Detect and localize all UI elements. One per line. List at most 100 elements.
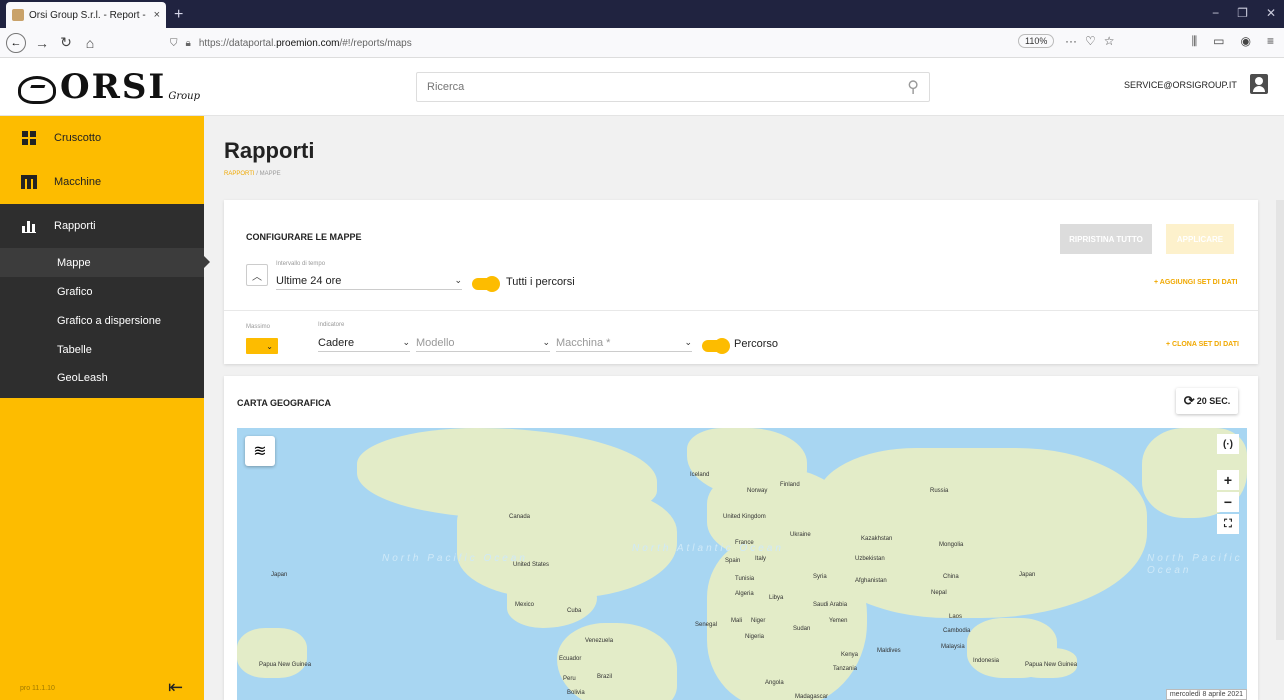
user-email[interactable]: SERVICE@ORSIGROUP.IT: [1124, 80, 1237, 90]
time-interval-select[interactable]: Ultime 24 ore ⌄: [276, 272, 462, 290]
window-controls: − ❐ ✕: [1212, 6, 1276, 20]
map-label: Peru: [563, 676, 576, 682]
chevron-down-icon: ⌄: [684, 337, 692, 347]
chevron-down-icon: ⌄: [402, 337, 410, 347]
map-config-card: CONFIGURARE LE MAPPE RIPRISTINA TUTTO AP…: [224, 200, 1258, 364]
favicon-icon: [12, 9, 24, 21]
route-toggle[interactable]: [702, 338, 730, 354]
back-icon[interactable]: ←: [6, 32, 26, 53]
bookmark-star-icon[interactable]: ☆: [1104, 34, 1115, 48]
machine-select[interactable]: Macchina * ⌄: [556, 334, 692, 352]
map-label: Finland: [780, 482, 800, 488]
map-label: Uzbekistan: [855, 556, 885, 562]
sidebar-subitem-geoleash[interactable]: GeoLeash: [0, 364, 204, 398]
divider: [224, 310, 1258, 311]
map-label: Libya: [769, 595, 784, 601]
clone-dataset-link[interactable]: + CLONA SET DI DATI: [1166, 341, 1239, 348]
time-interval-label: Intervallo di tempo: [276, 261, 326, 267]
sidebar-item-rapporti[interactable]: Rapporti: [0, 204, 204, 248]
reader-icon[interactable]: ▭: [1213, 34, 1224, 49]
world-map[interactable]: North Pacific Ocean North Atlantic Ocean…: [237, 428, 1247, 700]
orsi-logo[interactable]: ORSI Group: [18, 70, 200, 104]
layers-button[interactable]: ≋: [245, 436, 275, 466]
search-icon[interactable]: ⚲: [907, 77, 919, 97]
zoom-out-button[interactable]: −: [1217, 492, 1239, 512]
apply-button[interactable]: APPLICARE: [1166, 224, 1234, 254]
map-label: Laos: [949, 614, 963, 620]
ocean-label: North Pacific Ocean: [1147, 553, 1243, 576]
tab-close-icon[interactable]: ×: [154, 9, 160, 21]
map-label: Madagascar: [795, 694, 829, 700]
minimize-icon[interactable]: −: [1212, 6, 1219, 20]
extension-icon[interactable]: ◉: [1241, 34, 1251, 49]
orsi-emblem-icon: [18, 76, 56, 104]
logo-subtext: Group: [168, 91, 200, 102]
time-interval-value: Ultime 24 ore: [276, 274, 342, 287]
sidebar-item-cruscotto[interactable]: Cruscotto: [0, 116, 204, 160]
pocket-icon[interactable]: ♡: [1085, 34, 1096, 48]
maximize-icon[interactable]: ❐: [1237, 6, 1248, 20]
add-dataset-link[interactable]: + AGGIUNGI SET DI DATI: [1154, 279, 1237, 286]
address-bar[interactable]: ⛉ 🔒︎ https://dataportal.proemion.com/#!/…: [170, 32, 990, 54]
close-window-icon[interactable]: ✕: [1266, 6, 1276, 20]
refresh-label: 20 SEC.: [1196, 396, 1231, 406]
fullscreen-button[interactable]: ⛶: [1217, 514, 1239, 534]
collapse-sidebar-icon[interactable]: ⇤: [168, 677, 183, 698]
more-icon[interactable]: ···: [1065, 34, 1077, 48]
all-routes-toggle[interactable]: [472, 276, 500, 292]
map-label: Nigeria: [745, 634, 765, 640]
map-label: Indonesia: [973, 658, 1000, 664]
sidebar-subitem-grafico[interactable]: Grafico: [0, 277, 204, 306]
map-label: Algeria: [735, 591, 754, 597]
map-label: United States: [513, 562, 550, 568]
sidebar-item-macchine[interactable]: Macchine: [0, 160, 204, 204]
main-content: Rapporti RAPPORTI / MAPPE CONFIGURARE LE…: [204, 116, 1284, 700]
library-icon[interactable]: ⫼: [1192, 34, 1198, 49]
menu-icon[interactable]: ≡: [1267, 34, 1274, 49]
indicator-select[interactable]: Cadere ⌄: [318, 334, 410, 352]
locate-button[interactable]: (·): [1217, 434, 1239, 454]
map-label: Cambodia: [943, 628, 971, 634]
ocean-label: North Atlantic Ocean: [632, 543, 784, 554]
breadcrumb-root[interactable]: RAPPORTI: [224, 171, 255, 177]
breadcrumb-leaf: MAPPE: [259, 171, 281, 177]
sidebar-subitem-mappe[interactable]: Mappe: [0, 248, 210, 277]
map-label: Russia: [930, 488, 949, 494]
page-scrollbar[interactable]: [1276, 200, 1284, 640]
refresh-interval-button[interactable]: ⟳ 20 SEC.: [1176, 388, 1238, 414]
home-icon[interactable]: ⌂: [78, 35, 102, 51]
logo-text: ORSI: [60, 67, 167, 107]
map-label: France: [735, 540, 754, 546]
collapse-config-button[interactable]: ︿: [246, 264, 268, 286]
forward-icon[interactable]: →: [30, 35, 54, 51]
map-label: Angola: [765, 680, 784, 686]
chevron-down-icon: ⌄: [542, 337, 550, 347]
sidebar-reports-section: Rapporti Mappe Grafico Grafico a dispers…: [0, 204, 210, 398]
color-picker[interactable]: ⌄: [246, 338, 278, 354]
new-tab-button[interactable]: +: [174, 6, 183, 24]
date-tag: mercoledì 8 aprile 2021: [1165, 689, 1247, 700]
map-label: Nepal: [931, 590, 947, 596]
zoom-level[interactable]: 110%: [1018, 34, 1055, 48]
map-label: Ecuador: [559, 656, 582, 662]
search-input[interactable]: [427, 81, 908, 93]
browser-tab[interactable]: Orsi Group S.r.l. - Report - Map ×: [6, 2, 166, 28]
search-box: ⚲: [416, 72, 930, 102]
reset-all-button[interactable]: RIPRISTINA TUTTO: [1060, 224, 1152, 254]
map-label: Mongolia: [939, 542, 964, 548]
model-select[interactable]: Modello ⌄: [416, 334, 550, 352]
route-label: Percorso: [734, 338, 779, 350]
map-label: Kazakhstan: [861, 536, 893, 542]
sidebar-subitem-tabelle[interactable]: Tabelle: [0, 335, 204, 364]
sidebar-item-label: Rapporti: [54, 220, 96, 232]
model-placeholder: Modello: [416, 336, 455, 349]
avatar-icon[interactable]: [1250, 74, 1268, 94]
all-routes-label: Tutti i percorsi: [506, 276, 575, 288]
reload-icon[interactable]: ↻: [54, 34, 78, 51]
bar-chart-icon: [20, 218, 38, 234]
browser-tab-bar: Orsi Group S.r.l. - Report - Map × + − ❐…: [0, 0, 1284, 28]
zoom-in-button[interactable]: +: [1217, 470, 1239, 490]
map-label: Spain: [725, 558, 741, 564]
sidebar-subitem-grafico-dispersione[interactable]: Grafico a dispersione: [0, 306, 204, 335]
map-label: Cuba: [567, 608, 582, 614]
